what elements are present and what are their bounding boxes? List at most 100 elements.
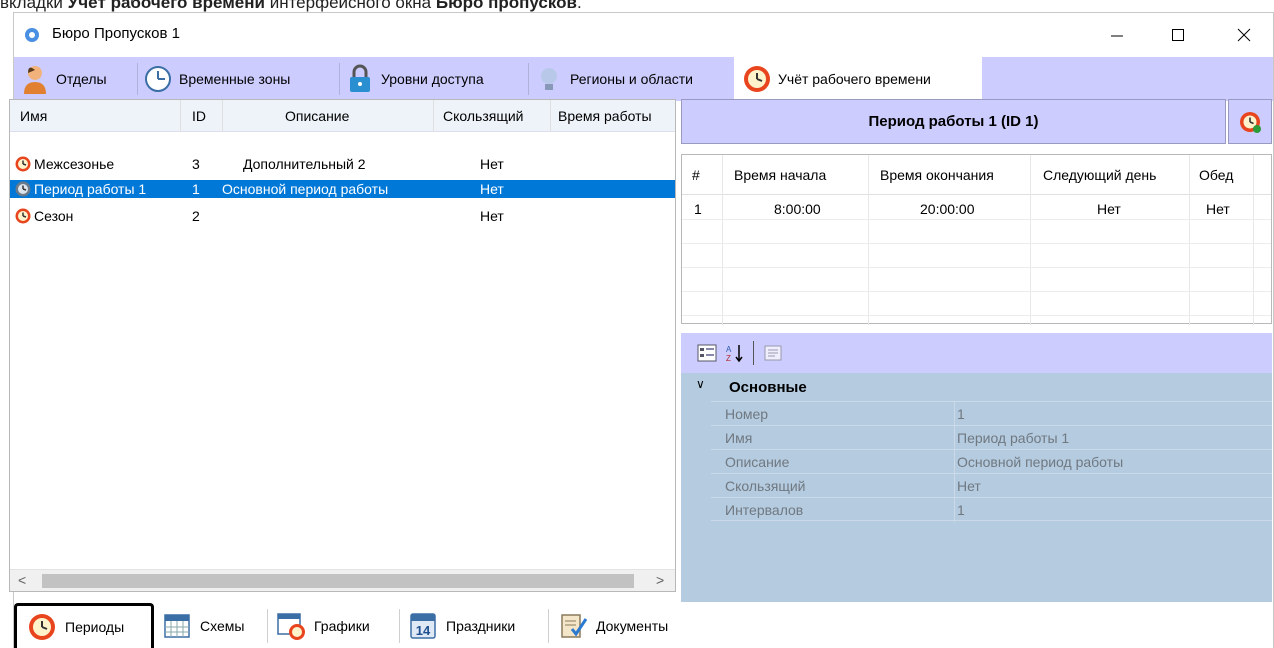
caption-suffix: .	[576, 0, 582, 12]
table-row[interactable]: Межсезонье 3 Дополнительный 2 Нет	[10, 155, 675, 173]
work-time-icon	[742, 64, 772, 94]
table-row-selected[interactable]: Период работы 1 1 Основной период работы…	[10, 180, 675, 198]
intervals-table: # Время начала Время окончания Следующий…	[681, 154, 1272, 325]
col-next-day-header[interactable]: Следующий день	[1043, 167, 1156, 183]
close-button[interactable]	[1221, 19, 1267, 51]
property-row[interactable]: Скользящий Нет	[711, 473, 1272, 498]
tab-schemes-label: Схемы	[200, 617, 245, 634]
tab-schedules[interactable]: Графики	[276, 603, 370, 648]
property-grid-toolbar: AZ	[681, 333, 1272, 373]
svg-text:Z: Z	[726, 354, 731, 363]
property-value: Нет	[957, 478, 981, 494]
property-key: Описание	[725, 454, 790, 470]
sort-alphabetical-icon[interactable]: AZ	[725, 343, 745, 363]
bottom-tab-strip: Периоды Схемы Графики 14 Праздники Докум…	[14, 603, 698, 648]
minimize-icon	[1111, 35, 1123, 37]
svg-text:14: 14	[416, 623, 431, 638]
property-key: Имя	[725, 430, 753, 446]
calendar-grid-icon	[162, 611, 192, 641]
person-icon	[20, 64, 50, 94]
tab-regions[interactable]: Регионы и области	[534, 59, 693, 99]
property-row[interactable]: Номер 1	[711, 401, 1272, 426]
cell-next-day: Нет	[1097, 201, 1121, 217]
tab-periods-label: Периоды	[65, 619, 125, 635]
tab-work-time[interactable]: Учёт рабочего времени	[734, 57, 982, 101]
minimize-button[interactable]	[1094, 19, 1140, 51]
row-name: Межсезонье	[34, 156, 115, 172]
cell-end: 20:00:00	[920, 201, 975, 217]
categorized-icon[interactable]	[697, 343, 717, 363]
detail-header-title: Период работы 1 (ID 1)	[868, 113, 1039, 130]
periods-list: Имя ID Описание Скользящий Время работы …	[9, 99, 676, 592]
chevron-down-icon[interactable]: ∨	[696, 377, 705, 391]
col-work-time-header[interactable]: Время работы	[558, 108, 670, 124]
row-sliding: Нет	[480, 208, 504, 224]
tab-periods[interactable]: Периоды	[14, 603, 154, 648]
tab-work-time-label: Учёт рабочего времени	[778, 71, 931, 87]
property-row[interactable]: Интервалов 1	[711, 497, 1272, 522]
col-start-header[interactable]: Время начала	[734, 167, 826, 183]
row-name: Период работы 1	[34, 181, 147, 197]
row-id: 1	[192, 181, 200, 197]
property-key: Интервалов	[725, 502, 804, 518]
col-description-header[interactable]: Описание	[285, 108, 349, 124]
schedule-icon	[276, 611, 306, 641]
col-end-header[interactable]: Время окончания	[880, 167, 994, 183]
scrollbar-thumb[interactable]	[42, 574, 634, 588]
property-value: Основной период работы	[957, 454, 1124, 470]
col-id-header[interactable]: ID	[192, 108, 206, 124]
periods-list-header: Имя ID Описание Скользящий Время работы	[10, 100, 675, 132]
period-clock-icon	[15, 156, 31, 172]
col-name-header[interactable]: Имя	[20, 108, 47, 124]
row-name: Сезон	[34, 208, 74, 224]
lock-icon	[345, 64, 375, 94]
cell-start: 8:00:00	[774, 201, 821, 217]
clock-icon	[143, 64, 173, 94]
property-value: 1	[957, 406, 965, 422]
row-sliding: Нет	[480, 181, 504, 197]
detail-header: Период работы 1 (ID 1)	[681, 99, 1226, 144]
cell-num: 1	[694, 201, 702, 217]
document-check-icon	[558, 611, 588, 641]
col-lunch-header[interactable]: Обед	[1199, 167, 1233, 183]
property-value: Период работы 1	[957, 430, 1070, 446]
scroll-left-button[interactable]: <	[18, 572, 26, 588]
svg-text:A: A	[726, 345, 732, 354]
horizontal-scrollbar[interactable]: < >	[10, 569, 675, 591]
add-interval-button[interactable]	[1228, 99, 1272, 144]
maximize-icon	[1172, 29, 1184, 41]
property-row[interactable]: Имя Период работы 1	[711, 425, 1272, 450]
tab-time-zones[interactable]: Временные зоны	[143, 59, 290, 99]
table-row[interactable]: Сезон 2 Нет	[10, 207, 675, 225]
close-icon	[1237, 28, 1251, 42]
category-title: Основные	[729, 379, 807, 396]
tab-departments-label: Отделы	[56, 71, 107, 87]
tab-schemes[interactable]: Схемы	[162, 603, 244, 648]
app-logo-icon	[25, 28, 39, 42]
property-row[interactable]: Описание Основной период работы	[711, 449, 1272, 474]
lightbulb-icon	[534, 64, 564, 94]
window-title: Бюро Пропусков 1	[52, 25, 180, 42]
property-value: 1	[957, 502, 965, 518]
property-pages-icon[interactable]	[763, 343, 783, 363]
col-num-header[interactable]: #	[692, 167, 700, 183]
property-key: Скользящий	[725, 478, 806, 494]
caption-tab-name: Учёт рабочего времени	[67, 0, 265, 12]
tab-holidays[interactable]: 14 Праздники	[408, 603, 515, 648]
tab-departments[interactable]: Отделы	[20, 59, 107, 99]
period-clock-icon	[27, 612, 57, 642]
tab-time-zones-label: Временные зоны	[179, 71, 291, 87]
col-sliding-header[interactable]: Скользящий	[443, 108, 524, 124]
cell-lunch: Нет	[1206, 201, 1230, 217]
title-bar: Бюро Пропусков 1	[14, 13, 1273, 57]
row-sliding: Нет	[480, 156, 504, 172]
tab-access-levels[interactable]: Уровни доступа	[345, 59, 484, 99]
tab-documents[interactable]: Документы	[558, 603, 668, 648]
top-tab-strip: Отделы Временные зоны Уровни доступа Рег…	[14, 57, 1273, 101]
property-grid: ∨ Основные Номер 1 Имя Период работы 1 О…	[681, 373, 1272, 602]
caption-prefix: вкладки	[0, 0, 68, 12]
scroll-right-button[interactable]: >	[656, 572, 664, 588]
row-description: Дополнительный 2	[243, 156, 366, 172]
maximize-button[interactable]	[1155, 19, 1201, 51]
tab-schedules-label: Графики	[314, 617, 370, 634]
